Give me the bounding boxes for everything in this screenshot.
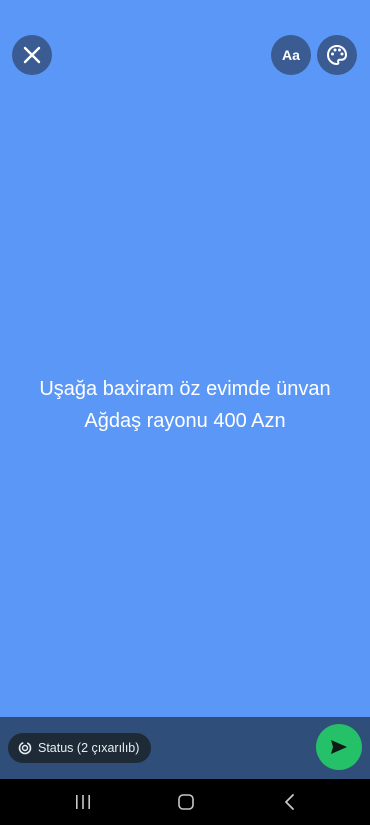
status-audience-chip[interactable]: Status (2 çıxarılıb) xyxy=(8,733,152,763)
close-button[interactable] xyxy=(12,35,52,75)
close-icon xyxy=(23,46,41,64)
color-palette-button[interactable] xyxy=(317,35,357,75)
recents-icon xyxy=(76,795,90,809)
status-audience-label: Status (2 çıxarılıb) xyxy=(38,741,140,755)
palette-icon xyxy=(326,44,348,66)
status-ring-icon xyxy=(18,741,32,755)
recents-button[interactable] xyxy=(63,779,103,825)
font-style-button[interactable]: Aa xyxy=(271,35,311,75)
font-style-label: Aa xyxy=(282,47,300,63)
home-icon xyxy=(178,794,194,810)
send-button[interactable] xyxy=(316,724,362,770)
status-canvas xyxy=(0,0,370,717)
status-text[interactable]: Uşağa baxiram öz evimde ünvan Ağdaş rayo… xyxy=(20,373,350,437)
back-button[interactable] xyxy=(270,779,310,825)
home-button[interactable] xyxy=(166,779,206,825)
send-icon xyxy=(331,740,347,754)
back-icon xyxy=(285,794,294,810)
